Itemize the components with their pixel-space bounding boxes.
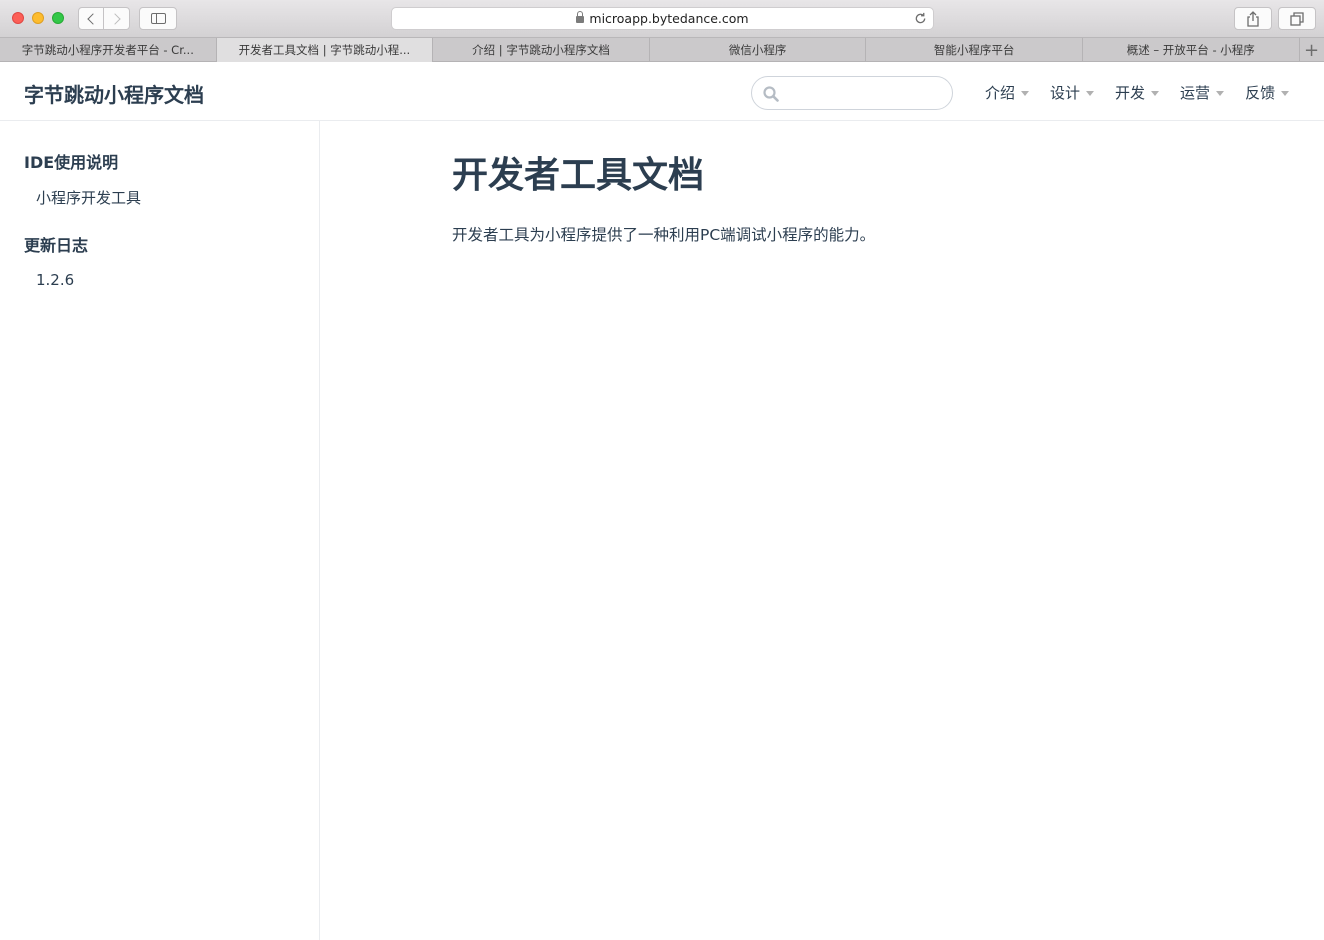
url-text: microapp.bytedance.com [589,11,749,26]
browser-tab[interactable]: 介绍 | 字节跳动小程序文档 [433,38,650,62]
tab-bar: 字节跳动小程序开发者平台 - Cr... 开发者工具文档 | 字节跳动小程...… [0,38,1324,62]
share-button[interactable] [1234,7,1272,30]
tab-label: 介绍 | 字节跳动小程序文档 [472,43,610,57]
minimize-window-button[interactable] [32,12,44,24]
browser-titlebar: microapp.bytedance.com [0,0,1324,38]
caret-down-icon [1216,91,1225,96]
nav-label: 开发 [1115,84,1146,102]
top-navigation: 介绍 设计 开发 运营 反馈 [985,82,1310,103]
zoom-window-button[interactable] [52,12,64,24]
history-navigation [78,7,130,30]
sidebar-link[interactable]: 1.2.6 [36,271,74,289]
sidebar-icon [150,13,166,24]
nav-label: 反馈 [1245,84,1276,102]
caret-down-icon [1021,91,1030,96]
nav-label: 设计 [1050,84,1081,102]
sidebar-group-title[interactable]: IDE使用说明 [24,149,118,173]
show-all-tabs-button[interactable] [1278,7,1316,30]
browser-tab[interactable]: 智能小程序平台 [866,38,1083,62]
tab-label: 智能小程序平台 [933,43,1015,57]
lock-icon [576,11,585,23]
nav-dropdown-intro[interactable]: 介绍 [985,82,1030,103]
tabs-overview-icon [1290,11,1304,26]
nav-dropdown-develop[interactable]: 开发 [1115,82,1160,103]
sidebar-link[interactable]: 小程序开发工具 [36,187,141,208]
sidebar-toggle-button[interactable] [139,7,177,30]
chevron-right-icon [109,12,121,25]
chevron-left-icon [86,12,99,25]
tab-label: 微信小程序 [728,43,787,57]
share-icon [1247,10,1259,27]
tab-label: 开发者工具文档 | 字节跳动小程... [238,43,411,57]
sidebar-group-title[interactable]: 更新日志 [24,232,88,256]
browser-tab[interactable]: 字节跳动小程序开发者平台 - Cr... [0,38,217,62]
docs-sidebar: IDE使用说明 小程序开发工具 更新日志 1.2.6 [0,121,320,940]
address-bar[interactable]: microapp.bytedance.com [391,7,934,30]
close-window-button[interactable] [12,12,24,24]
nav-dropdown-design[interactable]: 设计 [1050,82,1095,103]
browser-tab[interactable]: 微信小程序 [650,38,867,62]
page-description: 开发者工具为小程序提供了一种利用PC端调试小程序的能力。 [452,226,876,244]
caret-down-icon [1281,91,1290,96]
nav-label: 介绍 [985,84,1016,102]
tab-label: 概述 – 开放平台 - 小程序 [1126,43,1255,57]
search-icon [763,86,779,102]
search-input[interactable] [751,76,953,110]
nav-label: 运营 [1180,84,1211,102]
reload-icon[interactable] [914,12,927,25]
site-title[interactable]: 字节跳动小程序文档 [24,79,204,108]
page-title: 开发者工具文档 [452,155,705,196]
new-tab-button[interactable]: + [1300,38,1324,62]
back-button[interactable] [78,7,104,30]
caret-down-icon [1086,91,1095,96]
forward-button[interactable] [104,7,130,30]
caret-down-icon [1151,91,1160,96]
browser-tab-active[interactable]: 开发者工具文档 | 字节跳动小程... [216,38,434,62]
tab-label: 字节跳动小程序开发者平台 - Cr... [21,43,194,57]
browser-tab[interactable]: 概述 – 开放平台 - 小程序 [1083,38,1300,62]
nav-dropdown-operate[interactable]: 运营 [1180,82,1225,103]
site-navbar: 字节跳动小程序文档 介绍 设计 开发 运营 反馈 [0,62,1324,121]
nav-dropdown-feedback[interactable]: 反馈 [1245,82,1290,103]
